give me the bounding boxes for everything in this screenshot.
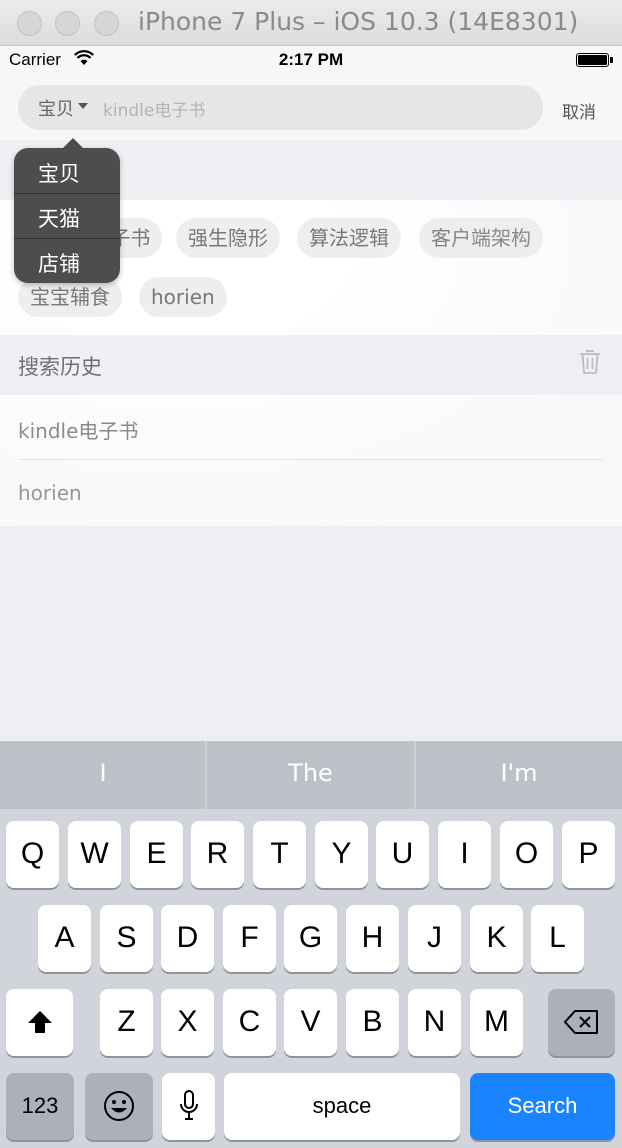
backspace-icon[interactable] <box>548 989 615 1056</box>
predictive-bar: I The I'm <box>0 741 622 809</box>
scope-option-label: 店铺 <box>38 252 80 276</box>
key-o[interactable]: O <box>500 821 553 888</box>
key-m[interactable]: M <box>470 989 523 1056</box>
key-y[interactable]: Y <box>315 821 368 888</box>
scope-option-label: 宝贝 <box>38 162 80 186</box>
key-j[interactable]: J <box>408 905 461 972</box>
microphone-icon[interactable] <box>162 1073 215 1140</box>
history-item[interactable]: kindle电子书 <box>0 395 622 460</box>
key-b[interactable]: B <box>346 989 399 1056</box>
hot-tag[interactable]: 算法逻辑 <box>297 218 401 258</box>
search-key[interactable]: Search <box>470 1073 615 1140</box>
key-n[interactable]: N <box>408 989 461 1056</box>
search-navbar: 宝贝 kindle电子书 取消 <box>0 74 622 140</box>
key-t[interactable]: T <box>253 821 306 888</box>
window-title: iPhone 7 Plus – iOS 10.3 (14E8301) <box>138 7 579 36</box>
history-item-label: horien <box>18 481 82 505</box>
scope-option-label: 天猫 <box>38 207 80 231</box>
key-h[interactable]: H <box>346 905 399 972</box>
suggestion[interactable]: I <box>0 741 206 809</box>
scope-option-tmall[interactable]: 天猫 <box>14 193 120 238</box>
key-a[interactable]: A <box>38 905 91 972</box>
key-x[interactable]: X <box>161 989 214 1056</box>
hot-tag[interactable]: 客户端架构 <box>419 218 543 258</box>
hot-tag[interactable]: horien <box>139 277 227 317</box>
key-w[interactable]: W <box>68 821 121 888</box>
suggestion[interactable]: I'm <box>416 741 622 809</box>
history-title: 搜索历史 <box>18 355 102 379</box>
key-k[interactable]: K <box>470 905 523 972</box>
minimize-window-button[interactable] <box>55 11 80 36</box>
history-header: 搜索历史 <box>0 335 622 395</box>
scope-dropdown-menu: 宝贝 天猫 店铺 <box>14 138 120 283</box>
search-field[interactable]: 宝贝 kindle电子书 <box>18 85 543 130</box>
scope-option-shop[interactable]: 店铺 <box>14 238 120 283</box>
row-divider <box>18 459 604 460</box>
suggestion[interactable]: The <box>207 741 414 809</box>
space-key[interactable]: space <box>224 1073 460 1140</box>
history-list: kindle电子书 horien <box>0 395 622 526</box>
key-g[interactable]: G <box>284 905 337 972</box>
close-window-button[interactable] <box>17 11 42 36</box>
status-time: 2:17 PM <box>278 50 344 69</box>
emoji-icon[interactable] <box>85 1073 153 1140</box>
key-r[interactable]: R <box>191 821 244 888</box>
scope-option-items[interactable]: 宝贝 <box>14 148 120 193</box>
key-v[interactable]: V <box>284 989 337 1056</box>
scope-selector[interactable]: 宝贝 <box>38 95 74 121</box>
shift-icon[interactable] <box>6 989 73 1056</box>
numbers-key[interactable]: 123 <box>6 1073 74 1140</box>
key-z[interactable]: Z <box>100 989 153 1056</box>
battery-icon <box>576 53 613 67</box>
key-d[interactable]: D <box>161 905 214 972</box>
key-q[interactable]: Q <box>6 821 59 888</box>
key-p[interactable]: P <box>562 821 615 888</box>
history-item-label: kindle电子书 <box>18 419 139 443</box>
cancel-button[interactable]: 取消 <box>562 98 596 123</box>
key-f[interactable]: F <box>223 905 276 972</box>
key-c[interactable]: C <box>223 989 276 1056</box>
dropdown-caret-icon[interactable] <box>78 103 88 109</box>
search-input[interactable]: kindle电子书 <box>103 96 205 121</box>
hot-tag[interactable]: 强生隐形 <box>176 218 280 258</box>
simulator-titlebar: iPhone 7 Plus – iOS 10.3 (14E8301) <box>0 0 622 46</box>
zoom-window-button[interactable] <box>94 11 119 36</box>
status-bar: Carrier 2:17 PM <box>0 46 622 74</box>
history-item[interactable]: horien <box>0 461 622 526</box>
keyboard: I The I'm Q W E R T Y U I O P A S D F G … <box>0 741 622 1148</box>
key-u[interactable]: U <box>376 821 429 888</box>
key-l[interactable]: L <box>531 905 584 972</box>
key-i[interactable]: I <box>438 821 491 888</box>
key-e[interactable]: E <box>130 821 183 888</box>
key-s[interactable]: S <box>100 905 153 972</box>
trash-icon[interactable] <box>579 349 601 379</box>
hot-tag[interactable]: 宝宝辅食 <box>18 277 122 317</box>
